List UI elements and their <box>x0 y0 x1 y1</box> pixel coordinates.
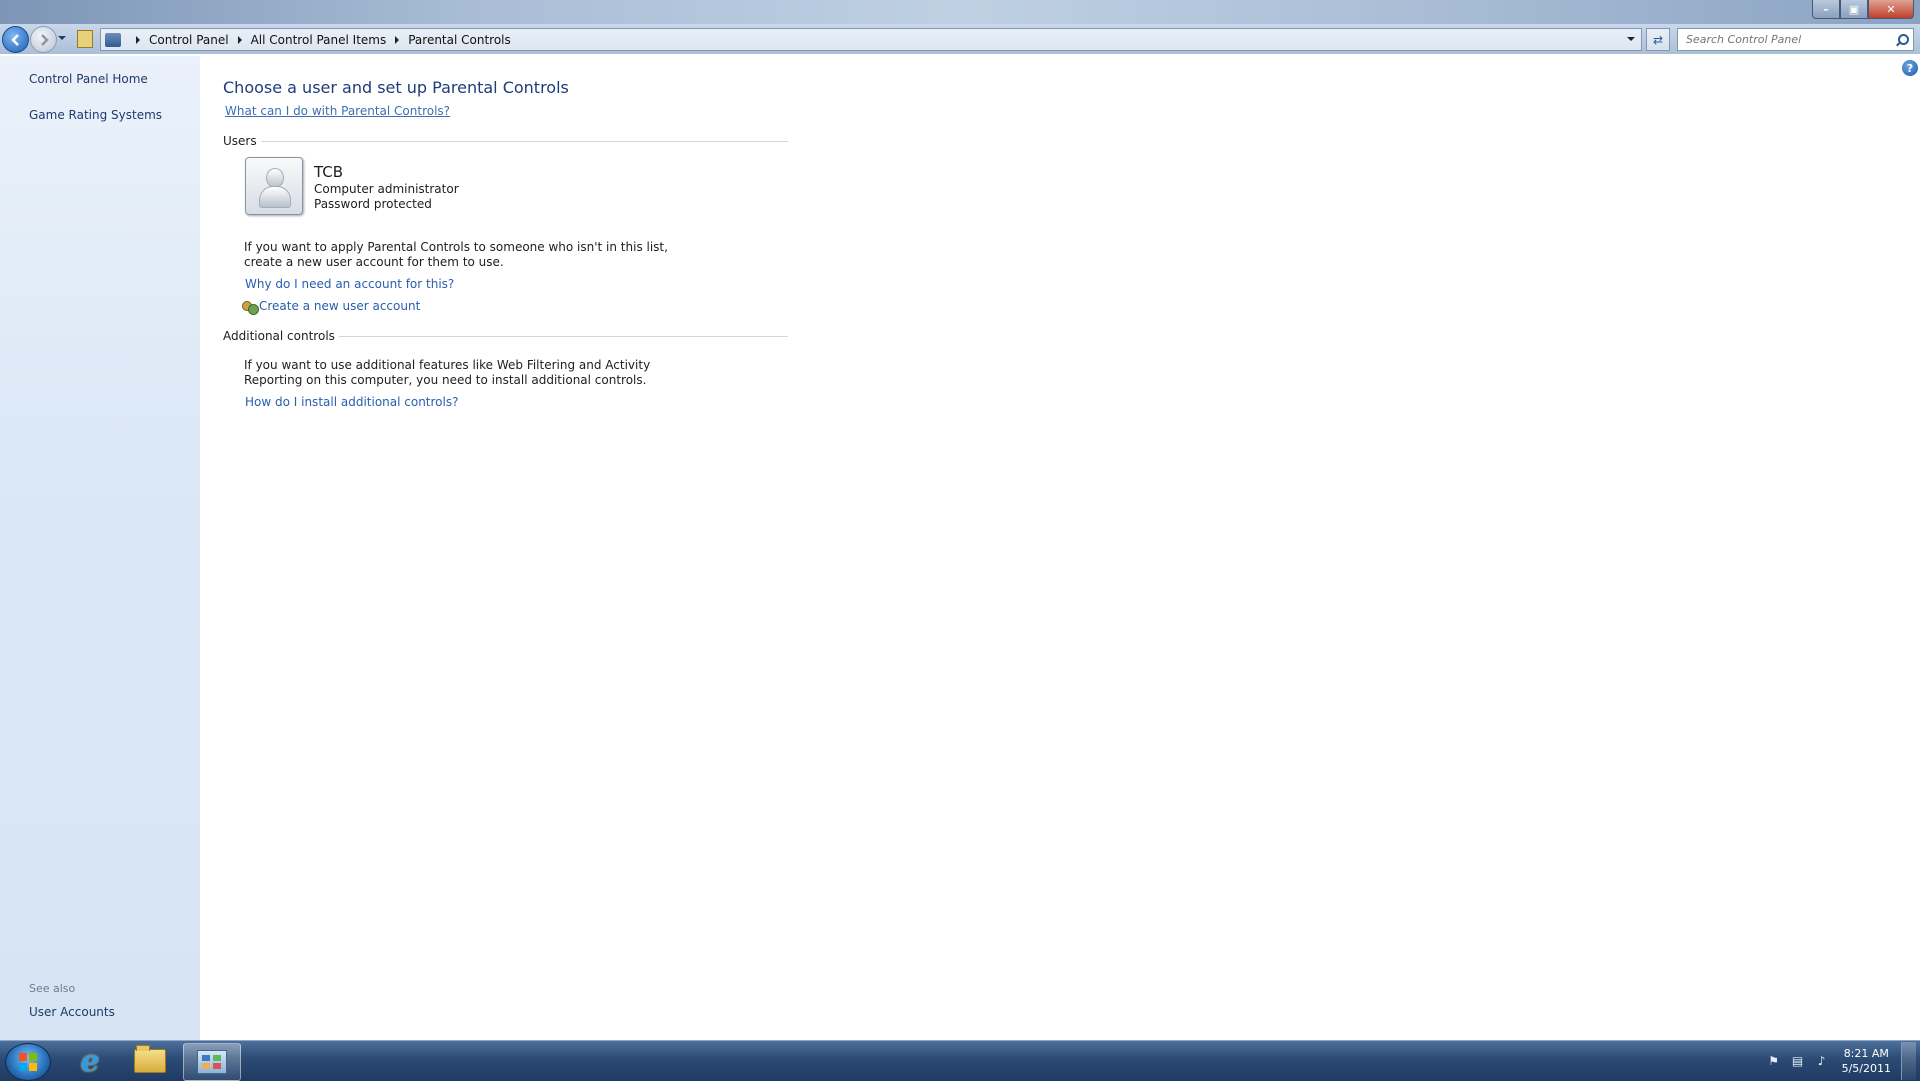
user-role: Computer administrator <box>314 182 459 196</box>
caption-buttons: – ▣ ✕ <box>1812 0 1914 19</box>
folder-icon <box>134 1045 166 1073</box>
sidebar-link-control-panel-home[interactable]: Control Panel Home <box>29 72 148 86</box>
sidebar-link-game-rating-systems[interactable]: Game Rating Systems <box>29 108 162 122</box>
maximize-button[interactable]: ▣ <box>1840 0 1868 19</box>
create-user-icon-person2 <box>248 304 259 315</box>
breadcrumb-separator[interactable] <box>395 35 400 44</box>
taskbar-windows-explorer[interactable] <box>122 1043 178 1079</box>
clock-time: 8:21 AM <box>1843 1047 1889 1060</box>
control-panel-icon <box>105 32 121 47</box>
clock-date: 5/5/2011 <box>1841 1062 1891 1075</box>
taskbar-internet-explorer[interactable]: e <box>62 1043 118 1079</box>
breadcrumb-separator[interactable] <box>237 35 242 44</box>
forward-arrow-icon <box>40 33 49 46</box>
search-box[interactable] <box>1677 28 1914 51</box>
system-clock[interactable]: 8:21 AM 5/5/2011 <box>1842 1046 1891 1076</box>
sidebar-link-user-accounts[interactable]: User Accounts <box>29 1005 115 1019</box>
see-also-heading: See also <box>29 982 76 995</box>
taskbar: e ⚑ ▤ ♪ 8:21 AM 5/5/2011 <box>0 1040 1920 1081</box>
breadcrumb-separator[interactable] <box>136 35 140 44</box>
notification-area: ⚑ ▤ ♪ 8:21 AM 5/5/2011 <box>1762 1041 1916 1081</box>
control-panel-icon <box>197 1050 227 1074</box>
create-user-account-link[interactable]: Create a new user account <box>259 299 420 313</box>
windows-logo-icon <box>19 1053 37 1071</box>
additional-info-line-1: If you want to use additional features l… <box>244 358 651 372</box>
network-icon[interactable]: ▤ <box>1790 1053 1806 1069</box>
breadcrumb-all-items[interactable]: All Control Panel Items <box>251 33 387 47</box>
page-title: Choose a user and set up Parental Contro… <box>223 78 569 97</box>
search-icon[interactable] <box>1895 33 1909 47</box>
what-can-i-do-link[interactable]: What can I do with Parental Controls? <box>225 104 450 118</box>
close-button[interactable]: ✕ <box>1868 0 1914 19</box>
internet-explorer-icon: e <box>80 1043 100 1079</box>
users-info-line-1: If you want to apply Parental Controls t… <box>244 240 668 254</box>
breadcrumb-parental-controls[interactable]: Parental Controls <box>408 33 511 47</box>
refresh-icon: ⇄ <box>1652 32 1664 47</box>
user-avatar-icon <box>266 168 284 188</box>
search-input[interactable] <box>1678 32 1895 47</box>
back-button[interactable] <box>2 26 29 53</box>
additional-info-line-2: Reporting on this computer, you need to … <box>244 373 647 387</box>
address-dropdown-icon[interactable] <box>1627 37 1635 41</box>
window-title-bar: – ▣ ✕ <box>0 0 1920 24</box>
refresh-button[interactable]: ⇄ <box>1646 28 1670 51</box>
forward-button[interactable] <box>30 26 57 53</box>
create-user-icon <box>242 299 259 315</box>
user-status: Password protected <box>314 197 432 211</box>
taskbar-control-panel[interactable] <box>183 1043 241 1081</box>
volume-icon[interactable]: ♪ <box>1814 1053 1830 1069</box>
user-account-tile[interactable] <box>245 157 303 215</box>
additional-section-label: Additional controls <box>223 329 339 343</box>
minimize-button[interactable]: – <box>1812 0 1840 19</box>
action-center-flag-icon[interactable]: ⚑ <box>1766 1053 1782 1069</box>
back-arrow-icon <box>10 33 19 46</box>
users-info-line-2: create a new user account for them to us… <box>244 255 504 269</box>
start-button[interactable] <box>5 1043 51 1081</box>
install-additional-controls-link[interactable]: How do I install additional controls? <box>245 395 458 409</box>
users-section-label: Users <box>223 134 261 148</box>
folder-up-icon[interactable] <box>77 30 93 48</box>
address-bar[interactable]: Control Panel All Control Panel Items Pa… <box>100 28 1642 51</box>
recent-pages-dropdown[interactable] <box>58 36 66 40</box>
help-icon[interactable]: ? <box>1902 60 1918 76</box>
why-need-account-link[interactable]: Why do I need an account for this? <box>245 277 454 291</box>
show-desktop-button[interactable] <box>1901 1042 1916 1080</box>
navigation-bar: Control Panel All Control Panel Items Pa… <box>0 24 1920 54</box>
breadcrumb-control-panel[interactable]: Control Panel <box>149 33 229 47</box>
main-content: ? Choose a user and set up Parental Cont… <box>200 56 1920 1040</box>
user-name[interactable]: TCB <box>314 163 343 181</box>
user-avatar-body <box>259 186 291 208</box>
task-pane: Control Panel Home Game Rating Systems S… <box>0 56 200 1040</box>
users-section-divider <box>223 141 788 142</box>
